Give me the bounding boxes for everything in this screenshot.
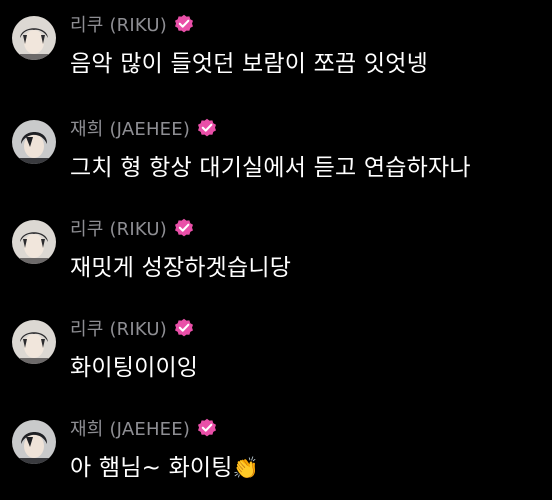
sender-row: 리쿠 (RIKU) — [70, 214, 194, 242]
message-text-body: 아 햄님~ 화이팅 — [70, 455, 233, 481]
sender-row: 재희 (JAEHEE) — [70, 114, 217, 142]
riku-avatar-image — [12, 320, 56, 364]
sender-row: 리쿠 (RIKU) — [70, 10, 194, 38]
verified-badge-icon — [174, 318, 194, 338]
avatar[interactable] — [12, 420, 56, 464]
chat-message: 리쿠 (RIKU) 음악 많이 들엇던 보람이 쪼끔 잇엇넹 — [0, 0, 552, 96]
verified-badge-icon — [174, 14, 194, 34]
sender-name[interactable]: 리쿠 (RIKU) — [70, 215, 167, 241]
sender-name[interactable]: 재희 (JAEHEE) — [70, 415, 190, 441]
message-text: 그치 형 항상 대기실에서 듣고 연습하자나 — [70, 155, 471, 181]
sender-name[interactable]: 재희 (JAEHEE) — [70, 115, 190, 141]
sender-name[interactable]: 리쿠 (RIKU) — [70, 11, 167, 37]
message-text: 음악 많이 들엇던 보람이 쪼끔 잇엇넹 — [70, 51, 428, 77]
message-text: 화이팅이이잉 — [70, 355, 199, 381]
riku-avatar-image — [12, 16, 56, 60]
jaehee-avatar-image — [12, 120, 56, 164]
message-text: 아 햄님~ 화이팅👏 — [70, 448, 259, 482]
chat-message: 재희 (JAEHEE) 아 햄님~ 화이팅👏 — [0, 404, 552, 500]
sender-row: 재희 (JAEHEE) — [70, 414, 217, 442]
avatar[interactable] — [12, 220, 56, 264]
verified-badge-icon — [174, 218, 194, 238]
verified-badge-icon — [197, 418, 217, 438]
chat-message: 재희 (JAEHEE) 그치 형 항상 대기실에서 듣고 연습하자나 — [0, 104, 552, 200]
chat-message: 리쿠 (RIKU) 재밋게 성장하겟습니당 — [0, 204, 552, 300]
message-text: 재밋게 성장하겟습니당 — [70, 255, 292, 281]
sender-name[interactable]: 리쿠 (RIKU) — [70, 315, 167, 341]
riku-avatar-image — [12, 220, 56, 264]
avatar[interactable] — [12, 120, 56, 164]
verified-badge-icon — [197, 118, 217, 138]
chat-thread: 리쿠 (RIKU) 음악 많이 들엇던 보람이 쪼끔 잇엇넹 재희 (JAEHE… — [0, 0, 552, 500]
jaehee-avatar-image — [12, 420, 56, 464]
chat-message: 리쿠 (RIKU) 화이팅이이잉 — [0, 304, 552, 400]
clapping-hands-icon: 👏 — [232, 456, 260, 480]
avatar[interactable] — [12, 320, 56, 364]
sender-row: 리쿠 (RIKU) — [70, 314, 194, 342]
avatar[interactable] — [12, 16, 56, 60]
